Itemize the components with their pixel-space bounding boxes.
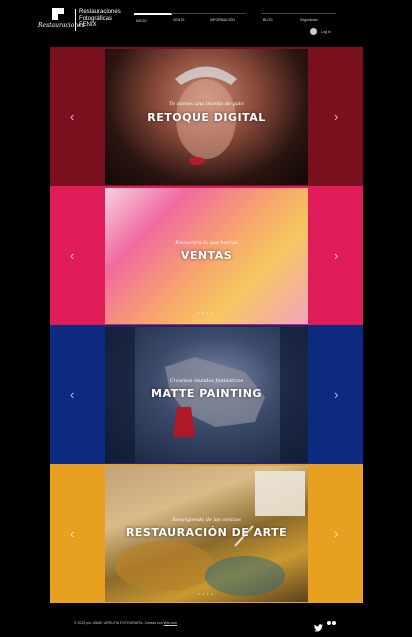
chevron-left-icon[interactable]: ‹ xyxy=(70,248,74,263)
site-footer: © 2023 por JAIME URRUTIA FOTOGRAFÍA. Cre… xyxy=(0,605,412,637)
slide-pagination-dots[interactable]: • • • • xyxy=(198,310,214,315)
logo-line-1: Restauraciones xyxy=(79,9,121,15)
nav-item-label: INFORMACIÓN xyxy=(210,18,235,22)
chevron-right-icon[interactable]: › xyxy=(334,387,338,402)
nav-item-label: BLOG xyxy=(263,18,273,22)
user-avatar-icon xyxy=(310,28,317,35)
slideshow-retoque-digital: Te damos una manita de gato RETOQUE DIGI… xyxy=(50,47,363,186)
chevron-right-icon[interactable]: › xyxy=(334,526,338,541)
chevron-left-icon[interactable]: ‹ xyxy=(70,109,74,124)
copyright-label: © 2023 por JAIME URRUTIA FOTOGRAFÍA. Cre… xyxy=(74,621,163,625)
logo-line-3: FENIX xyxy=(79,22,97,28)
nav-item-inicio[interactable]: INICIO xyxy=(134,13,172,25)
slide-tagline: Creamos mundos fantásticos xyxy=(169,378,244,384)
chevron-right-icon[interactable]: › xyxy=(334,248,338,263)
nav-item-label: VENTA xyxy=(173,18,185,22)
slide-title: MATTE PAINTING xyxy=(151,387,262,400)
slideshow-restauracion-de-arte: Resurgiendo de las cenizas RESTAURACIÓN … xyxy=(50,464,363,603)
nav-item-venta[interactable]: VENTA xyxy=(171,13,209,25)
logo-script-text: Restauraciones xyxy=(38,22,85,29)
slide-title: RESTAURACIÓN DE ARTE xyxy=(125,526,288,539)
slideshow-matte-painting: Creamos mundos fantásticos MATTE PAINTIN… xyxy=(50,325,363,464)
slideshow-ventas: Encuentra lo que buscas VENTAS ‹ › • • •… xyxy=(50,186,363,325)
site-logo[interactable]: Restauraciones Restauraciones Fotográfic… xyxy=(38,8,128,34)
slide-pagination-dots[interactable]: • • • • xyxy=(198,591,214,596)
nav-item-label: Seguidores xyxy=(300,18,318,22)
nav-item-blog[interactable]: BLOG xyxy=(261,13,299,25)
login-label: Log In xyxy=(321,30,331,34)
chevron-left-icon[interactable]: ‹ xyxy=(70,387,74,402)
chevron-right-icon[interactable]: › xyxy=(334,109,338,124)
slide-tagline: Te damos una manita de gato xyxy=(169,101,244,107)
copyright-text: © 2023 por JAIME URRUTIA FOTOGRAFÍA. Cre… xyxy=(74,621,177,625)
slide-title: RETOQUE DIGITAL xyxy=(147,111,266,124)
chevron-left-icon[interactable]: ‹ xyxy=(70,526,74,541)
slide-tagline: Resurgiendo de las cenizas xyxy=(172,517,241,523)
slide-title: VENTAS xyxy=(180,249,233,262)
twitter-icon[interactable] xyxy=(314,619,323,632)
site-header: Restauraciones Restauraciones Fotográfic… xyxy=(0,0,412,45)
flickr-icon[interactable] xyxy=(327,619,336,627)
logo-divider xyxy=(75,9,76,31)
main-nav: INICIO VENTA INFORMACIÓN BLOG Seguidores xyxy=(134,13,344,25)
logo-text: Restauraciones Fotográficas FENIX xyxy=(79,9,121,29)
wix-link[interactable]: Wix.com xyxy=(164,621,177,625)
nav-item-informacion[interactable]: INFORMACIÓN xyxy=(208,13,246,25)
logo-mark xyxy=(52,8,64,20)
nav-item-seguidores[interactable]: Seguidores xyxy=(298,13,336,25)
slide-tagline: Encuentra lo que buscas xyxy=(175,240,238,246)
nav-item-label: INICIO xyxy=(136,19,147,23)
